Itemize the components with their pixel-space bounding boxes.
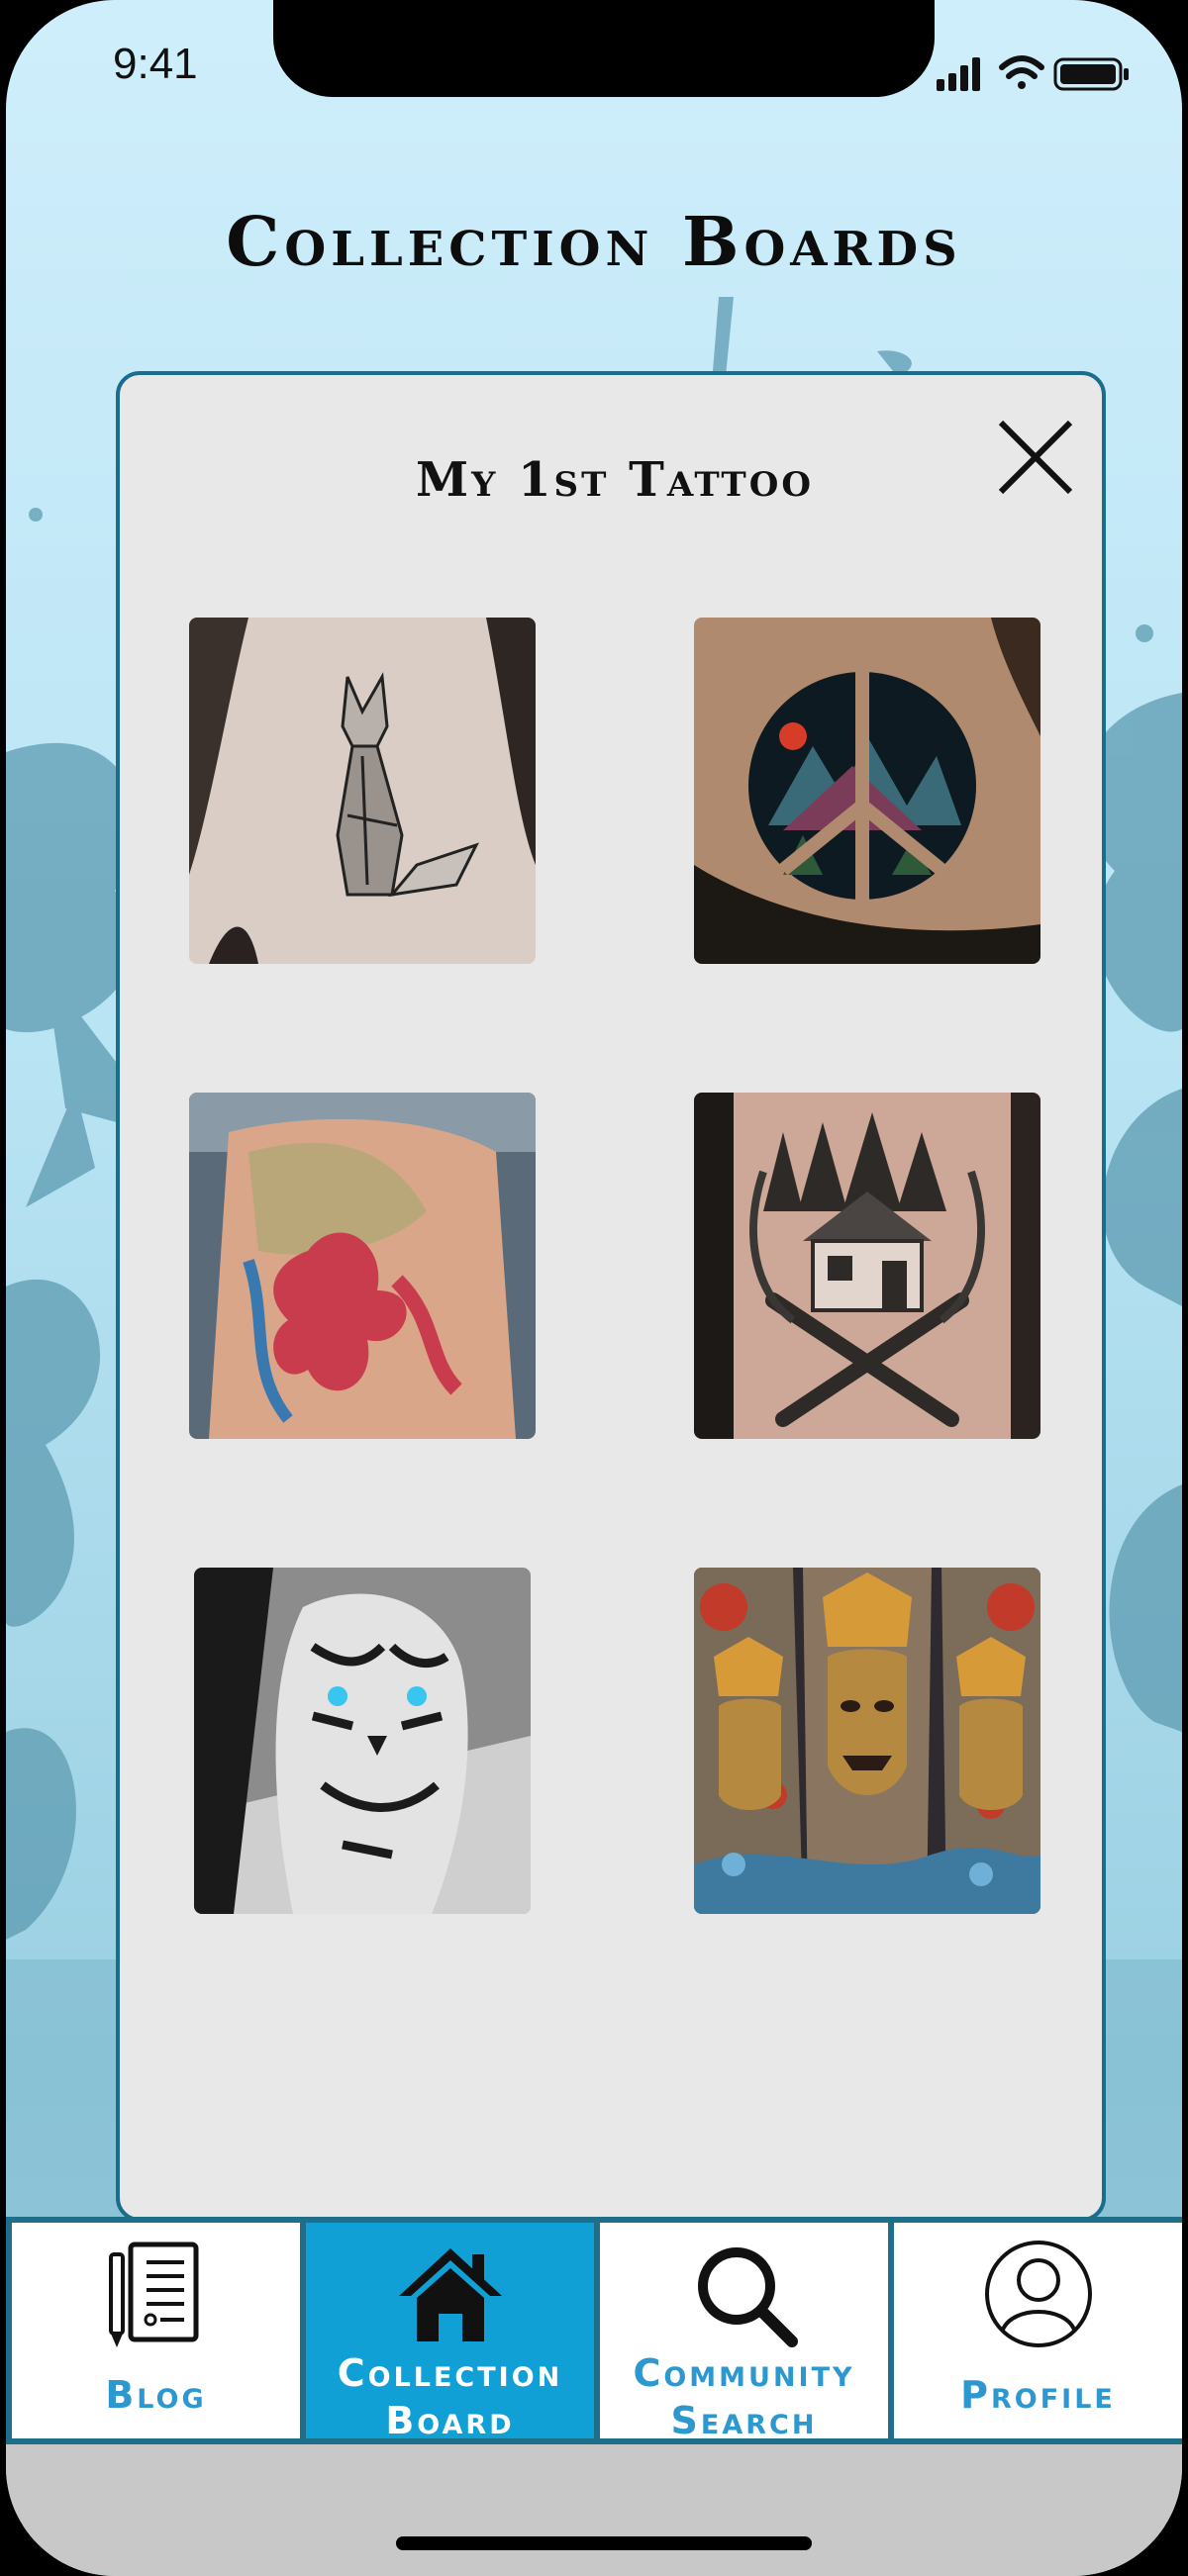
collection-board-modal: My 1st Tattoo	[116, 371, 1106, 2222]
bottom-tab-bar: Blog Collection Board Community Search P…	[6, 2217, 1182, 2444]
tab-collection-board-label-line1: Collection	[337, 2351, 563, 2395]
tab-blog-label: Blog	[105, 2373, 207, 2417]
tab-community-search-label-line1: Community	[633, 2351, 855, 2395]
tab-community-search-label-line2: Search	[670, 2399, 818, 2442]
tab-collection-board[interactable]: Collection Board	[306, 2223, 594, 2442]
battery-icon	[1053, 57, 1129, 91]
octopus-ship-back-tattoo[interactable]	[189, 1093, 536, 1439]
device-notch	[273, 0, 935, 97]
tab-profile[interactable]: Profile	[894, 2223, 1182, 2438]
home-indicator-area	[6, 2444, 1182, 2576]
blue-eyed-tiger-tattoo[interactable]	[194, 1568, 531, 1914]
search-icon	[697, 2247, 798, 2347]
cabin-axes-tattoo[interactable]	[694, 1093, 1040, 1439]
signal-icon	[937, 57, 980, 91]
status-time: 9:41	[113, 40, 198, 88]
board-title: My 1st Tattoo	[416, 452, 814, 508]
document-pen-icon	[108, 2242, 198, 2347]
phone-screen: 9:41 Collection Boards My 1st Tattoo Blo…	[6, 0, 1182, 2576]
close-icon[interactable]	[991, 413, 1080, 502]
tab-profile-label: Profile	[960, 2373, 1116, 2417]
home-indicator[interactable]	[396, 2536, 812, 2550]
user-circle-icon	[984, 2241, 1092, 2347]
status-icons	[937, 55, 1129, 91]
tab-collection-board-label-line2: Board	[385, 2399, 515, 2442]
wifi-icon	[999, 55, 1044, 89]
tab-community-search[interactable]: Community Search	[600, 2223, 888, 2442]
page-title: Collection Boards	[226, 203, 962, 282]
geometric-fox-back-tattoo[interactable]	[189, 618, 536, 964]
peace-sign-mountain-tattoo[interactable]	[694, 618, 1040, 964]
home-icon	[398, 2248, 502, 2341]
samurai-mask-sleeve-tattoo[interactable]	[694, 1568, 1040, 1914]
tab-blog[interactable]: Blog	[12, 2223, 300, 2438]
